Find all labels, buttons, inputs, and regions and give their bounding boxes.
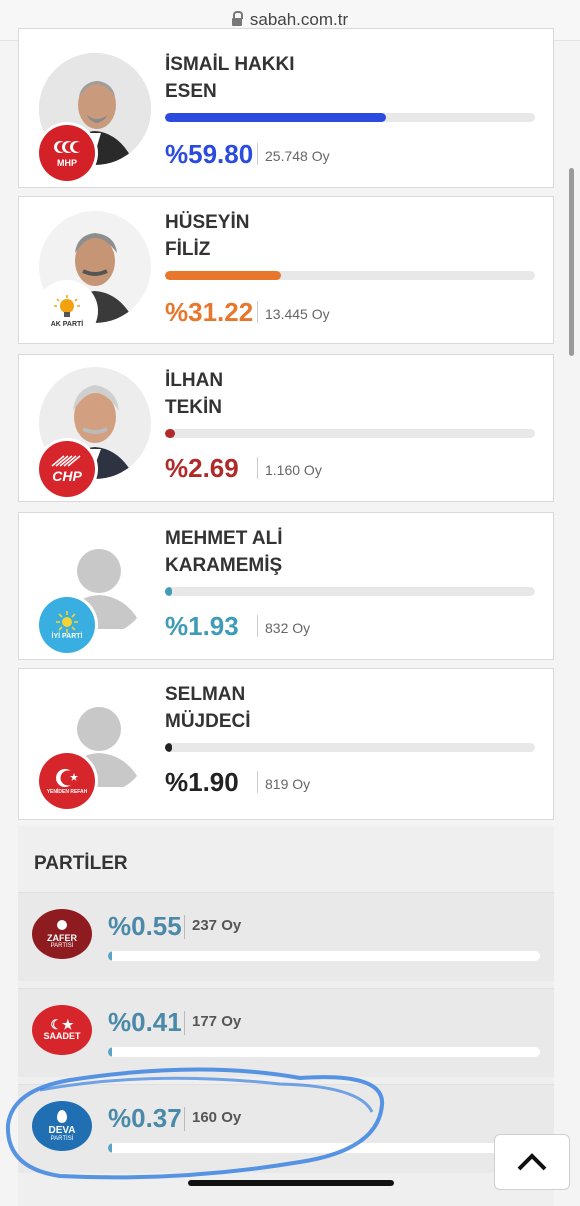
candidate-last-name: MÜJDECİ <box>165 711 251 732</box>
candidate-last-name: FİLİZ <box>165 239 211 260</box>
candidate-first-name: HÜSEYİN <box>165 212 250 233</box>
sun-icon <box>56 610 78 633</box>
vote-share-bar <box>165 271 535 280</box>
six-arrows-icon <box>51 455 81 467</box>
vote-share-bar <box>165 743 535 752</box>
vote-share-bar <box>165 429 535 438</box>
divider <box>257 143 258 165</box>
candidate-last-name: TEKİN <box>165 397 222 418</box>
divider <box>184 915 185 939</box>
candidate-first-name: MEHMET ALİ <box>165 528 283 549</box>
vote-percent: %1.93 <box>165 611 239 641</box>
candidate-last-name: KARAMEMİŞ <box>165 555 283 576</box>
emblem-icon <box>57 919 67 930</box>
candidate-card[interactable]: YENİDEN REFAH SELMAN MÜJDECİ %1.90 819 O… <box>18 668 554 820</box>
candidate-card[interactable]: AK PARTİ HÜSEYİN FİLİZ %31.22 13.445 Oy <box>18 196 554 344</box>
party-logo-deva: DEVA PARTİSİ <box>32 1101 92 1151</box>
divider <box>257 771 258 793</box>
vote-percent: %31.22 <box>165 297 254 327</box>
party-share-bar <box>108 1143 540 1153</box>
vote-count: 819 Oy <box>265 776 311 792</box>
party-percent: %0.55 <box>108 911 182 941</box>
party-logo-chp: CHP <box>39 441 95 497</box>
party-logo-zafer: ZAFER PARTİSİ <box>32 909 92 959</box>
candidate-first-name: İLHAN <box>165 370 224 391</box>
divider <box>257 457 258 479</box>
vote-count: 25.748 Oy <box>265 148 330 164</box>
party-share-bar <box>108 951 540 961</box>
crescent-star-icon: ☾★ <box>50 1017 74 1032</box>
party-share-bar <box>108 1047 540 1057</box>
parties-section: PARTİLER ZAFER PARTİSİ %0.55 237 Oy ☾★ S… <box>18 826 554 1206</box>
lightbulb-icon <box>54 294 80 317</box>
party-logo-ak-parti: AK PARTİ <box>39 283 95 339</box>
vote-percent: %1.90 <box>165 767 239 797</box>
drop-icon <box>57 1110 67 1123</box>
candidate-first-name: SELMAN <box>165 684 246 705</box>
vote-share-bar <box>165 113 535 122</box>
divider <box>257 301 258 323</box>
vote-percent: %59.80 <box>165 139 254 169</box>
party-logo-yeniden-refah: YENİDEN REFAH <box>39 753 95 809</box>
party-row[interactable]: DEVA PARTİSİ %0.37 160 Oy <box>18 1084 554 1173</box>
vote-share-bar <box>165 587 535 596</box>
crescent-icon <box>54 141 82 153</box>
party-vote-count: 177 Oy <box>192 1013 242 1030</box>
home-indicator[interactable] <box>188 1180 394 1186</box>
scroll-to-top-button[interactable] <box>494 1134 570 1190</box>
party-percent: %0.37 <box>108 1103 182 1133</box>
chevron-up-icon <box>517 1153 547 1171</box>
party-vote-count: 160 Oy <box>192 1109 242 1126</box>
candidate-last-name: ESEN <box>165 81 217 102</box>
divider <box>184 1107 185 1131</box>
vote-count: 13.445 Oy <box>265 306 330 322</box>
party-row[interactable]: ☾★ SAADET %0.41 177 Oy <box>18 988 554 1077</box>
candidate-first-name: İSMAİL HAKKI <box>165 54 295 75</box>
vote-count: 832 Oy <box>265 620 311 636</box>
vote-count: 1.160 Oy <box>265 462 322 478</box>
party-row[interactable]: ZAFER PARTİSİ %0.55 237 Oy <box>18 892 554 981</box>
party-logo-mhp: MHP <box>39 125 95 181</box>
lock-icon <box>231 11 243 26</box>
url-text: sabah.com.tr <box>249 10 349 29</box>
party-vote-count: 237 Oy <box>192 917 242 934</box>
candidate-card[interactable]: İYİ PARTİ MEHMET ALİ KARAMEMİŞ %1.93 832… <box>18 512 554 660</box>
party-percent: %0.41 <box>108 1007 182 1037</box>
section-title: PARTİLER <box>34 853 128 874</box>
crescent-star-icon <box>56 769 78 787</box>
candidate-card[interactable]: MHP İSMAİL HAKKI ESEN %59.80 25.748 Oy <box>18 28 554 188</box>
party-logo-iyi-parti: İYİ PARTİ <box>39 597 95 653</box>
party-logo-saadet: ☾★ SAADET <box>32 1005 92 1055</box>
scrollbar[interactable] <box>569 168 574 356</box>
vote-percent: %2.69 <box>165 453 239 483</box>
candidate-card[interactable]: CHP İLHAN TEKİN %2.69 1.160 Oy <box>18 354 554 502</box>
divider <box>184 1011 185 1035</box>
divider <box>257 615 258 637</box>
